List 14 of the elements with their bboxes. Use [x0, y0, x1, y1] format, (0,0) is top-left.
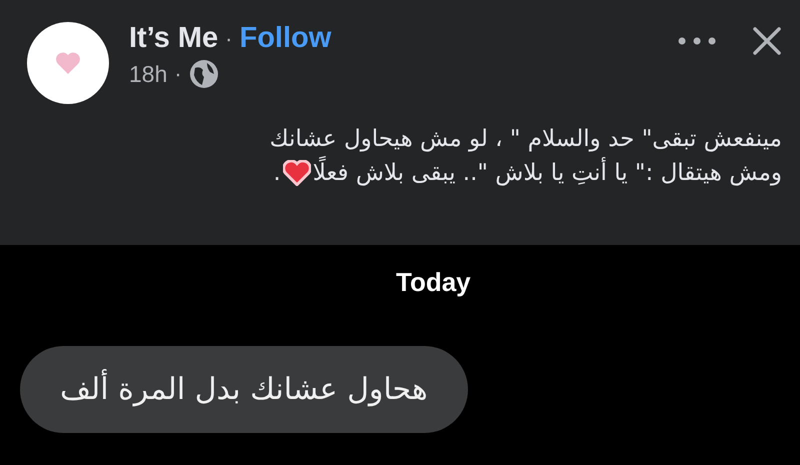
date-label: Today — [396, 267, 471, 298]
heart-icon — [282, 160, 311, 186]
globe-icon — [188, 59, 219, 89]
author-name[interactable]: It’s Me — [129, 22, 218, 55]
post-text: . — [273, 160, 281, 186]
message-bubble: هحاول عشانك بدل المرة ألف — [20, 346, 468, 433]
post-time: 18h — [129, 60, 168, 88]
heart-icon — [55, 52, 81, 74]
more-icon[interactable] — [678, 37, 716, 45]
separator-dot: · — [174, 61, 182, 87]
separator-dot: · — [225, 26, 232, 52]
follow-link[interactable]: Follow — [240, 22, 332, 55]
post-text: مينفعش تبقى" حد والسلام " ، لو مش هيحاول عشانك — [270, 126, 782, 152]
close-icon[interactable] — [752, 26, 782, 56]
